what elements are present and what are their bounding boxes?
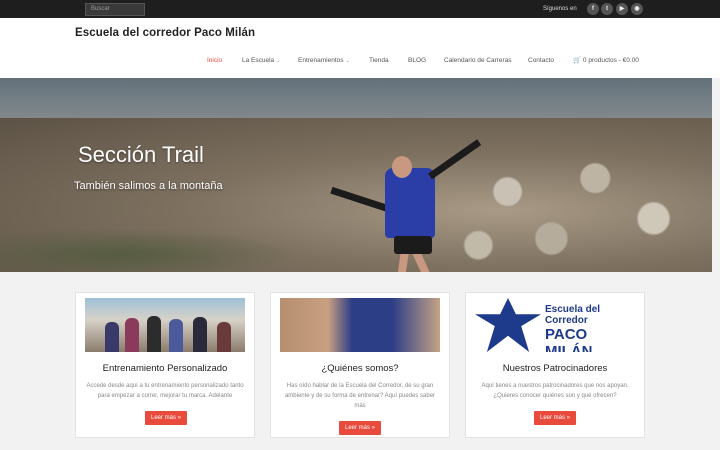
- youtube-icon[interactable]: ▶: [616, 3, 628, 15]
- cart-summary: 0 productos - €0.00: [582, 57, 639, 64]
- nav-item-blog[interactable]: BLOG: [408, 55, 426, 67]
- nav-label: Entrenamientos: [298, 57, 344, 64]
- top-bar: Buscar Síguenos en f t ▶ ◉: [0, 0, 720, 18]
- hero-slider[interactable]: Sección Trail También salimos a la monta…: [0, 78, 712, 272]
- person-figure: [169, 319, 183, 352]
- sponsor-logo[interactable]: Escuela del Corredor PACO MILÁN: [475, 298, 635, 352]
- nav-item-tienda[interactable]: Tienda: [369, 55, 389, 67]
- nav-label: BLOG: [408, 57, 427, 64]
- logo-text: Escuela del Corredor: [545, 304, 601, 326]
- nav-label: La Escuela: [242, 57, 275, 64]
- rss-icon[interactable]: ◉: [631, 3, 643, 15]
- card-title: Nuestros Patrocinadores: [502, 363, 608, 374]
- nav-item-contacto[interactable]: Contacto: [528, 55, 554, 67]
- card-quienes-somos: ¿Quiénes somos? Has oído hablar de la Es…: [270, 292, 450, 438]
- nav-label: Tienda: [369, 57, 389, 64]
- card-title: Entrenamiento Personalizado: [102, 363, 228, 374]
- twitter-icon[interactable]: t: [601, 3, 613, 15]
- page-edge: [712, 78, 720, 272]
- nav-label: Contacto: [528, 57, 555, 64]
- nav-item-calendario[interactable]: Calendario de Carreras: [444, 55, 512, 67]
- person-figure: [105, 322, 119, 352]
- cart-icon: 🛒: [573, 57, 582, 64]
- person-figure: [193, 317, 207, 352]
- card-text: Has oído hablar de la Escuela del Corred…: [284, 383, 436, 409]
- chevron-down-icon: ⌄: [345, 58, 350, 64]
- site-header: Escuela del corredor Paco Milán Inicio L…: [0, 18, 720, 78]
- nav-item-la-escuela[interactable]: La Escuela ⌄: [242, 55, 280, 67]
- site-title[interactable]: Escuela del corredor Paco Milán: [75, 27, 255, 39]
- search-input[interactable]: Buscar: [85, 3, 145, 16]
- read-more-button[interactable]: Leer más »: [145, 411, 187, 425]
- follow-us-label: Síguenos en: [543, 6, 577, 12]
- runner-shorts: [394, 236, 432, 254]
- read-more-button[interactable]: Leer más »: [534, 411, 576, 425]
- person-figure: [147, 316, 161, 352]
- runner-logo-icon: [475, 298, 541, 352]
- card-text: Accede desde aquí a tu entrenamiento per…: [86, 383, 244, 399]
- card-image-runner[interactable]: [280, 298, 440, 352]
- hero-subtitle: También salimos a la montaña: [74, 180, 223, 192]
- person-figure: [217, 322, 231, 352]
- card-title: ¿Quiénes somos?: [321, 363, 399, 374]
- facebook-icon[interactable]: f: [587, 3, 599, 15]
- logo-text: PACO MILÁN: [545, 326, 593, 352]
- card-text: Aquí tienes a nuestros patrocinadores qu…: [481, 383, 629, 399]
- card-entrenamiento: Entrenamiento Personalizado Accede desde…: [75, 292, 255, 438]
- runner-head: [392, 156, 412, 178]
- read-more-button[interactable]: Leer más »: [339, 421, 381, 435]
- nav-item-inicio[interactable]: Inicio: [207, 55, 222, 67]
- hero-bushes: [0, 228, 300, 272]
- runner-shirt: [385, 168, 435, 238]
- nav-label: Inicio: [207, 57, 223, 64]
- hero-title: Sección Trail: [78, 142, 204, 167]
- hero-rocks: [420, 138, 712, 272]
- person-figure: [125, 318, 139, 352]
- card-image-runners[interactable]: [85, 298, 245, 352]
- nav-item-entrenamientos[interactable]: Entrenamientos ⌄: [298, 55, 350, 67]
- chevron-down-icon: ⌄: [276, 58, 281, 64]
- nav-item-cart[interactable]: 🛒 0 productos - €0.00: [573, 55, 639, 67]
- nav-label: Calendario de Carreras: [444, 57, 512, 64]
- card-patrocinadores: Escuela del Corredor PACO MILÁN Nuestros…: [465, 292, 645, 438]
